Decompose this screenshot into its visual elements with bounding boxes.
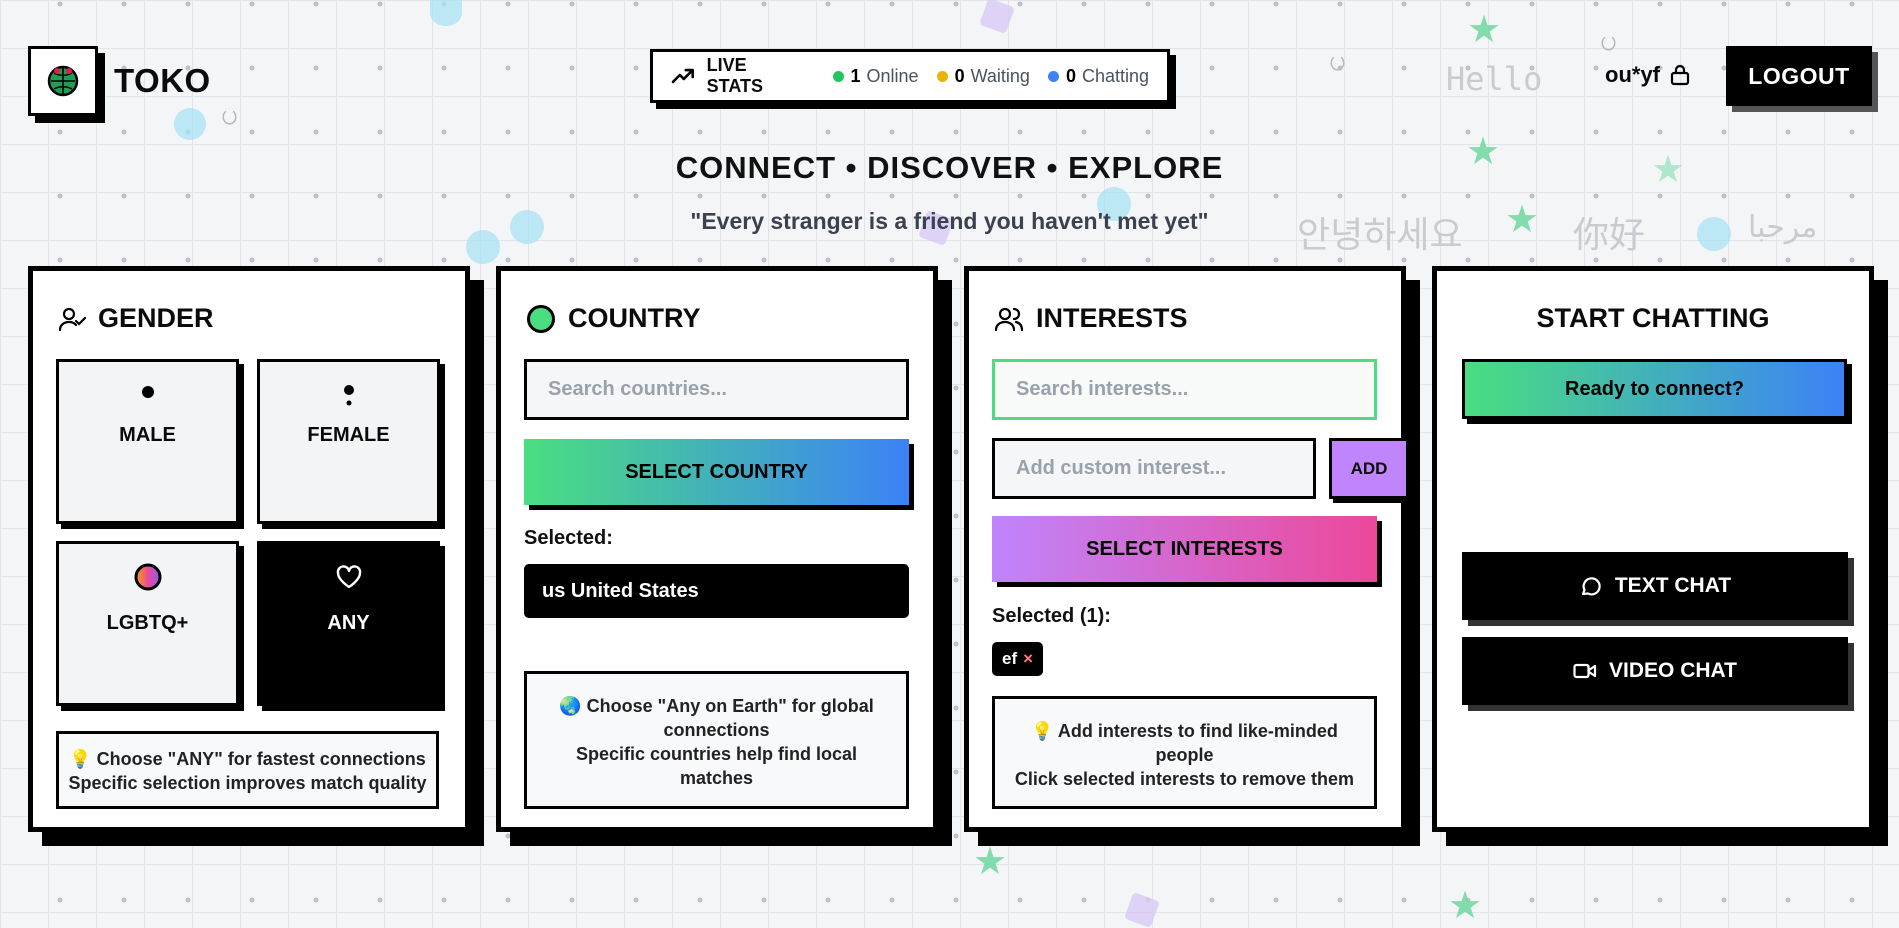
- online-stat: 1 Online: [832, 65, 919, 87]
- interests-search-input[interactable]: [1014, 377, 1374, 402]
- gender-tip-line1: 💡 Choose "ANY" for fastest connections: [69, 749, 426, 769]
- country-tip-line2: Specific countries help find local match…: [575, 744, 858, 788]
- video-chat-label: VIDEO CHAT: [1609, 659, 1737, 682]
- app-logo[interactable]: TOKO: [28, 46, 211, 116]
- chatting-dot: [1047, 70, 1059, 82]
- waiting-label: Waiting: [970, 65, 1030, 86]
- start-chatting-card: START CHATTING Ready to connect? TEXT CH…: [1432, 266, 1874, 832]
- app-name: TOKO: [114, 62, 211, 99]
- hero-headline: CONNECT • DISCOVER • EXPLORE: [675, 150, 1224, 185]
- bg-word-hello: Hello: [1446, 60, 1543, 98]
- country-header: COUNTRY: [526, 303, 701, 334]
- gender-option-label: LGBTQ+: [106, 612, 189, 634]
- interests-tip: 💡 Add interests to find like-minded peop…: [992, 696, 1377, 809]
- chatting-stat: 0 Chatting: [1047, 65, 1149, 87]
- add-interest-button[interactable]: ADD: [1329, 438, 1409, 499]
- start-chatting-title: START CHATTING: [1536, 303, 1770, 333]
- ready-to-connect-button[interactable]: Ready to connect?: [1462, 359, 1847, 419]
- gender-option-label: MALE: [119, 424, 176, 446]
- gender-option-lgbtq[interactable]: LGBTQ+: [56, 541, 239, 706]
- green-globe-icon: [526, 304, 556, 334]
- waiting-stat: 0 Waiting: [936, 65, 1030, 87]
- country-selected-label: Selected:: [524, 527, 613, 549]
- interests-card: INTERESTS ADD SELECT INTERESTS Selected …: [964, 266, 1409, 832]
- gender-header: GENDER: [58, 303, 214, 334]
- gender-option-label: FEMALE: [307, 424, 390, 446]
- user-check-icon: [58, 305, 86, 333]
- interests-search-field[interactable]: [992, 359, 1377, 420]
- interest-chip-label: ef: [1002, 649, 1018, 668]
- logout-button[interactable]: LOGOUT: [1726, 46, 1872, 106]
- gender-option-label: ANY: [327, 612, 370, 634]
- online-label: Online: [866, 65, 919, 86]
- message-circle-icon: [1581, 577, 1601, 596]
- country-search-input[interactable]: [546, 377, 906, 402]
- gender-tip-line2: Specific selection improves match qualit…: [68, 773, 427, 793]
- username: ou*yf: [1605, 62, 1660, 87]
- custom-interest-input[interactable]: [1014, 456, 1313, 481]
- globe-icon: [28, 46, 98, 116]
- custom-interest-field[interactable]: [992, 438, 1316, 499]
- remove-chip-icon[interactable]: ×: [1023, 649, 1033, 669]
- male-icon: [141, 386, 154, 398]
- country-search-field[interactable]: [524, 359, 909, 420]
- trending-up-icon: [671, 68, 694, 84]
- country-title: COUNTRY: [568, 303, 701, 333]
- select-interests-button[interactable]: SELECT INTERESTS: [992, 516, 1377, 582]
- interests-tip-line2: Click selected interests to remove them: [1014, 769, 1355, 789]
- live-stats-title: LIVE STATS: [706, 55, 763, 96]
- waiting-count: 0: [954, 65, 965, 86]
- gender-title: GENDER: [98, 303, 214, 333]
- lock-icon: [1670, 64, 1690, 86]
- video-camera-icon: [1573, 663, 1597, 679]
- interests-header: INTERESTS: [994, 303, 1188, 334]
- rainbow-icon: [134, 563, 161, 591]
- select-country-button[interactable]: SELECT COUNTRY: [524, 439, 909, 505]
- gender-option-any[interactable]: ANY: [257, 541, 440, 706]
- users-icon: [994, 305, 1024, 333]
- selected-country[interactable]: us United States: [524, 564, 909, 618]
- gender-option-male[interactable]: MALE: [56, 359, 239, 524]
- country-card: COUNTRY SELECT COUNTRY Selected: us Unit…: [496, 266, 938, 832]
- text-chat-button[interactable]: TEXT CHAT: [1462, 552, 1848, 620]
- online-count: 1: [850, 65, 861, 86]
- female-icon: [343, 385, 354, 406]
- country-tip-line1: 🌏 Choose "Any on Earth" for global conne…: [559, 696, 874, 740]
- interests-title: INTERESTS: [1036, 303, 1188, 333]
- interests-tip-line1: 💡 Add interests to find like-minded peop…: [1031, 721, 1338, 765]
- live-stats-panel: LIVE STATS 1 Online 0 Waiting 0 Chatting: [650, 49, 1170, 103]
- gender-option-female[interactable]: FEMALE: [257, 359, 440, 524]
- text-chat-label: TEXT CHAT: [1614, 574, 1732, 597]
- waiting-dot: [936, 70, 948, 82]
- video-chat-button[interactable]: VIDEO CHAT: [1462, 637, 1848, 705]
- hero-quote: "Every stranger is a friend you haven't …: [690, 208, 1209, 234]
- online-dot: [832, 70, 844, 82]
- chatting-label: Chatting: [1081, 65, 1149, 86]
- gender-tip: 💡 Choose "ANY" for fastest connections S…: [56, 731, 439, 809]
- heart-icon: [336, 565, 361, 589]
- user-badge: ou*yf: [1605, 62, 1690, 88]
- chatting-count: 0: [1065, 65, 1076, 86]
- interest-chip[interactable]: ef ×: [992, 642, 1044, 676]
- country-tip: 🌏 Choose "Any on Earth" for global conne…: [524, 671, 909, 809]
- interests-selected-label: Selected (1):: [992, 605, 1111, 627]
- gender-card: GENDER MALE FEMALE LGBTQ+ ANY 💡 Choose "…: [28, 266, 470, 832]
